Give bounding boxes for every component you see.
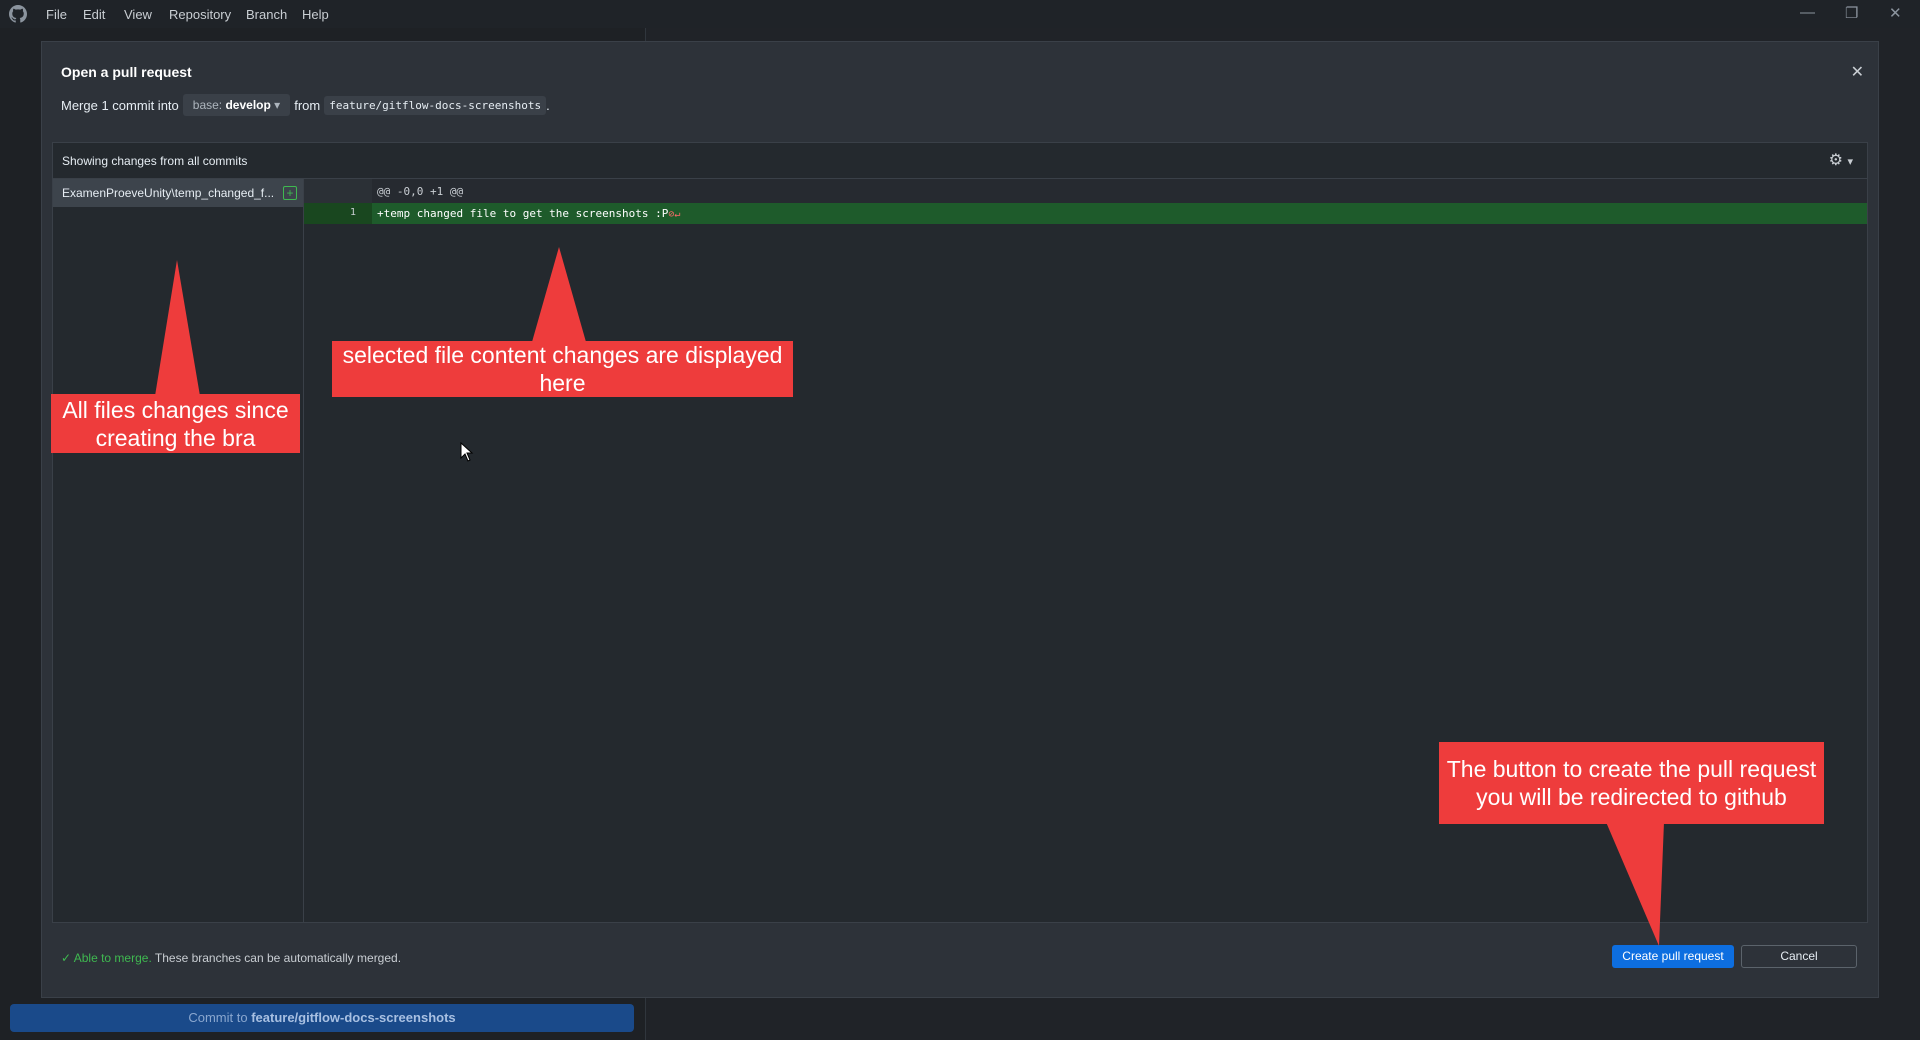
annotation-diff-content: selected file content changes are displa…: [332, 341, 793, 397]
gear-icon[interactable]: ⚙ ▾: [1829, 150, 1853, 170]
head-branch: feature/gitflow-docs-screenshots: [324, 95, 547, 115]
annotation-file-list: All files changes since creating the bra: [51, 394, 300, 453]
close-icon[interactable]: ✕: [1851, 62, 1864, 82]
diff-header-label: Showing changes from all commits: [62, 154, 248, 168]
base-label: base:: [192, 98, 223, 112]
file-list-item[interactable]: ExamenProeveUnity\temp_changed_f... +: [53, 179, 303, 207]
annotation-create-button: The button to create the pull request yo…: [1439, 742, 1824, 824]
base-branch-dropdown[interactable]: base: develop ▾: [182, 94, 291, 116]
base-branch-name: develop: [225, 98, 271, 112]
chevron-down-icon: ▾: [1847, 156, 1853, 168]
menu-edit[interactable]: Edit: [83, 7, 105, 22]
from-label: from: [294, 97, 321, 113]
minimize-icon[interactable]: —: [1800, 4, 1815, 21]
line-text: +temp changed file to get the screenshot…: [377, 207, 680, 220]
merge-status: ✓ Able to merge. These branches can be a…: [61, 951, 401, 965]
hunk-header-row: @@ -0,0 +1 @@: [304, 179, 1867, 203]
menu-help[interactable]: Help: [302, 7, 329, 22]
menu-branch[interactable]: Branch: [246, 7, 287, 22]
menu-view[interactable]: View: [124, 7, 152, 22]
file-name: ExamenProeveUnity\temp_changed_f...: [62, 186, 275, 200]
checkmark-icon: ✓: [61, 951, 72, 965]
chevron-down-icon: ▾: [274, 98, 281, 112]
menu-file[interactable]: File: [46, 7, 67, 22]
annotation-arrow-create: [1606, 822, 1664, 946]
window-close-icon[interactable]: ✕: [1889, 4, 1902, 22]
hunk-gutter: [304, 179, 372, 203]
annotation-arrow-files: [155, 260, 200, 396]
commit-button[interactable]: Commit to feature/gitflow-docs-screensho…: [10, 1004, 634, 1032]
cancel-button[interactable]: Cancel: [1741, 945, 1857, 968]
file-added-icon: +: [283, 186, 297, 200]
line-number: 1: [350, 207, 357, 218]
merge-summary: Merge 1 commit into base: develop ▾ from…: [61, 94, 550, 116]
title-bar: File Edit View Repository Branch Help — …: [0, 0, 1920, 28]
diff-header: Showing changes from all commits ⚙ ▾: [53, 143, 1867, 179]
dialog-footer: ✓ Able to merge. These branches can be a…: [42, 927, 1878, 997]
annotation-arrow-diff: [532, 247, 586, 342]
dialog-title: Open a pull request: [61, 64, 192, 80]
merge-prefix: Merge 1 commit into: [61, 97, 179, 113]
hunk-header: @@ -0,0 +1 @@: [377, 185, 464, 198]
merge-status-message: These branches can be automatically merg…: [154, 951, 402, 965]
added-line: 1 +temp changed file to get the screensh…: [304, 203, 1867, 224]
menu-repository[interactable]: Repository: [169, 7, 231, 22]
create-pull-request-button[interactable]: Create pull request: [1612, 945, 1734, 968]
line-gutter: 1: [304, 203, 372, 224]
github-logo-icon: [9, 5, 27, 23]
line-content: +temp changed file to get the screenshot…: [377, 207, 669, 220]
commit-button-branch: feature/gitflow-docs-screenshots: [251, 1010, 456, 1025]
commit-button-prefix: Commit to: [188, 1010, 252, 1025]
mouse-cursor-icon: [460, 442, 474, 462]
pull-request-dialog: Open a pull request ✕ Merge 1 commit int…: [41, 41, 1879, 998]
end-of-line-icon: ⊘↵: [668, 209, 681, 220]
able-to-merge-label: Able to merge.: [73, 951, 152, 965]
merge-period: .: [546, 97, 550, 113]
restore-icon[interactable]: ❐: [1845, 4, 1858, 22]
